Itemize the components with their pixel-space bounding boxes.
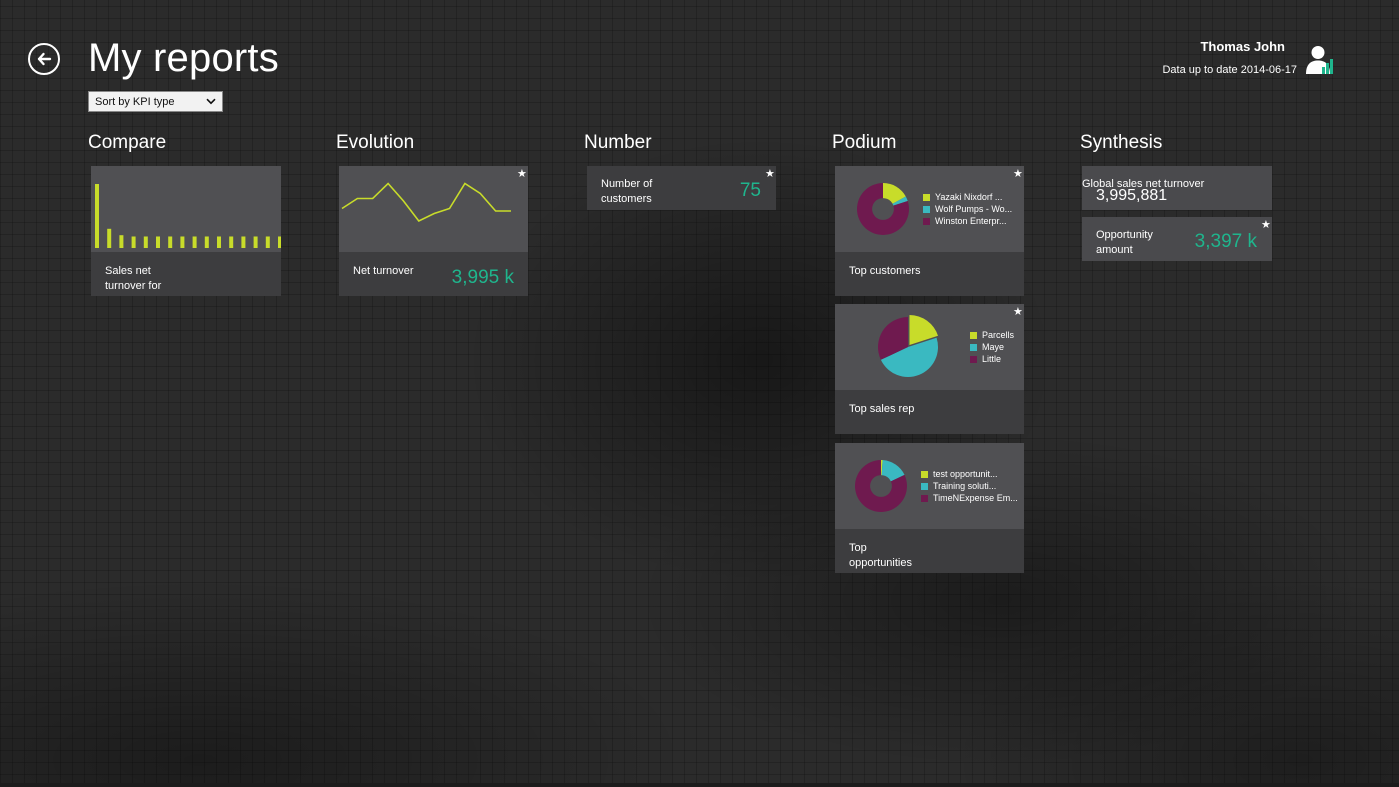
tile-value: 3,995 k — [451, 267, 514, 288]
bar — [180, 236, 185, 248]
bar — [204, 236, 209, 248]
bar — [119, 235, 124, 248]
star-icon[interactable]: ★ — [1013, 305, 1023, 318]
tile-label: Opportunity amount — [1096, 229, 1153, 256]
donut-chart — [855, 460, 907, 512]
legend-item: Winston Enterpr... — [923, 215, 1012, 227]
bar — [241, 236, 246, 248]
net-turnover-tile[interactable]: ★ Net turnover 3,995 k — [339, 166, 528, 296]
tile-value: 3,995,881 — [1096, 187, 1168, 204]
legend-item: Parcells — [970, 329, 1014, 341]
chevron-down-icon — [206, 98, 216, 105]
legend-item: test opportunit... — [921, 468, 1018, 480]
line-chart — [341, 182, 511, 223]
tile-label: Top opportunities — [849, 542, 912, 569]
opportunity-amount-tile[interactable]: ★ Opportunity amount 3,397 k — [1082, 217, 1272, 261]
star-icon[interactable]: ★ — [1261, 218, 1271, 231]
legend-item: TimeNExpense Em... — [921, 492, 1018, 504]
bar — [95, 184, 99, 248]
legend-item: Yazaki Nixdorf ... — [923, 191, 1012, 203]
data-date: Data up to date 2014-06-17 — [1162, 64, 1297, 76]
bar — [229, 236, 234, 248]
section-compare: Compare — [88, 132, 167, 153]
section-synthesis: Synthesis — [1080, 132, 1163, 153]
bar-chart — [95, 184, 281, 248]
section-number: Number — [584, 132, 652, 153]
bar — [168, 236, 173, 248]
star-icon[interactable]: ★ — [1013, 167, 1023, 180]
tile-label: Top customers — [849, 265, 921, 277]
bar — [107, 228, 112, 248]
sort-dropdown[interactable]: Sort by KPI type — [88, 91, 223, 112]
tile-label: Net turnover — [353, 265, 414, 277]
section-podium: Podium — [832, 132, 897, 153]
trend-line — [341, 182, 511, 223]
tile-value: 75 — [739, 180, 761, 201]
tile-label: Number of customers — [601, 178, 653, 205]
pie-chart — [878, 314, 939, 378]
star-icon[interactable]: ★ — [517, 167, 527, 180]
legend-item: Little — [970, 353, 1014, 365]
donut-chart — [857, 183, 909, 235]
bar — [156, 236, 160, 248]
sort-dropdown-label: Sort by KPI type — [95, 95, 175, 108]
bar — [143, 236, 148, 248]
section-evolution: Evolution — [336, 132, 415, 153]
top-customers-tile[interactable]: Yazaki Nixdorf ... Wolf Pumps - Wo... Wi… — [835, 166, 1024, 296]
bar — [192, 236, 197, 248]
top-sales-rep-tile[interactable]: Parcells Maye Little ★ Top sales rep — [835, 304, 1024, 434]
bar — [265, 236, 270, 248]
tile-value: 3,397 k — [1194, 231, 1257, 252]
bar — [217, 236, 221, 248]
legend-item: Wolf Pumps - Wo... — [923, 203, 1012, 215]
donut-hole — [872, 198, 894, 220]
arrow-left-icon — [37, 52, 52, 66]
number-of-customers-tile[interactable]: ★ Number of customers 75 — [587, 166, 776, 210]
user-name: Thomas John — [1200, 39, 1285, 54]
sales-net-turnover-tile[interactable]: Sales net turnover for — [91, 166, 281, 296]
bar — [131, 236, 136, 248]
star-icon[interactable]: ★ — [765, 167, 775, 180]
global-sales-tile[interactable]: Global sales net turnover 3,995,881 — [1082, 166, 1272, 210]
user-chart-icon[interactable] — [1303, 43, 1337, 77]
tile-label: Top sales rep — [849, 403, 915, 415]
tile-label: Sales net turnover for — [105, 265, 162, 292]
bar — [253, 236, 258, 248]
legend: test opportunit... Training soluti... Ti… — [921, 468, 1018, 504]
bar — [278, 236, 281, 248]
back-button[interactable] — [28, 43, 60, 75]
top-opportunities-tile[interactable]: test opportunit... Training soluti... Ti… — [835, 443, 1024, 573]
page-title: My reports — [88, 36, 279, 80]
bottom-bar — [0, 783, 1399, 787]
legend: Yazaki Nixdorf ... Wolf Pumps - Wo... Wi… — [923, 191, 1012, 227]
legend-item: Training soluti... — [921, 480, 1018, 492]
legend-item: Maye — [970, 341, 1014, 353]
donut-hole — [870, 475, 892, 497]
legend: Parcells Maye Little — [970, 329, 1014, 365]
